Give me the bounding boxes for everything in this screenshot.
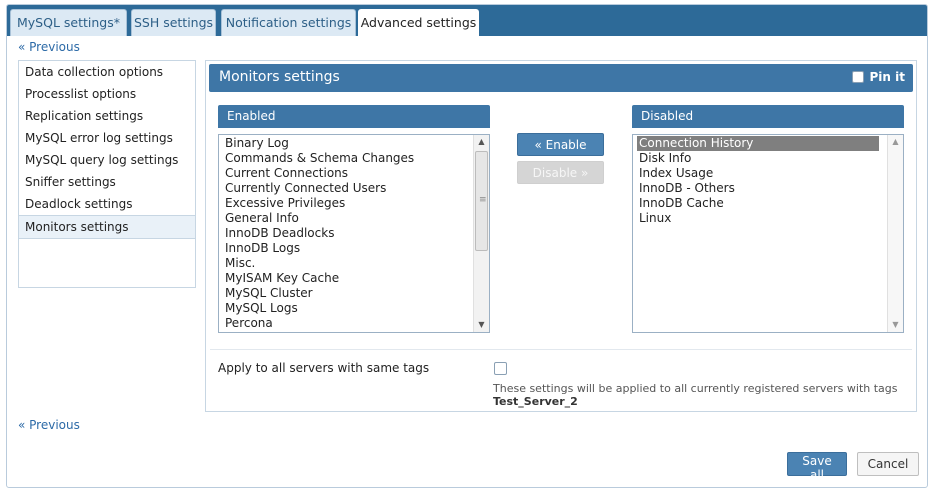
list-option[interactable]: InnoDB Deadlocks bbox=[219, 226, 489, 241]
sidebar-item-error-log[interactable]: MySQL error log settings bbox=[19, 127, 195, 149]
enabled-list-header: Enabled bbox=[218, 105, 490, 128]
enabled-listbox[interactable]: Binary Log Commands & Schema Changes Curre… bbox=[218, 134, 490, 333]
list-option[interactable]: Query Cache bbox=[219, 331, 489, 332]
list-option[interactable]: Currently Connected Users bbox=[219, 181, 489, 196]
sidebar-item-data-collection[interactable]: Data collection options bbox=[19, 61, 195, 83]
panel-header: Monitors settings Pin it bbox=[209, 64, 913, 92]
apply-tags-checkbox[interactable] bbox=[494, 362, 507, 375]
sidebar-item-label: Processlist options bbox=[25, 87, 137, 101]
list-option[interactable]: General Info bbox=[219, 211, 489, 226]
tab-ssh-settings[interactable]: SSH settings bbox=[131, 9, 216, 36]
previous-link-top[interactable]: « Previous bbox=[18, 40, 80, 54]
enabled-options: Binary Log Commands & Schema Changes Curre… bbox=[219, 135, 489, 332]
disabled-listbox[interactable]: Connection History Disk Info Index Usage In… bbox=[632, 134, 904, 333]
list-option[interactable]: MySQL Cluster bbox=[219, 286, 489, 301]
disabled-options: Connection History Disk Info Index Usage In… bbox=[633, 136, 903, 226]
list-option[interactable]: InnoDB Logs bbox=[219, 241, 489, 256]
disable-button: Disable » bbox=[517, 161, 604, 184]
scroll-up-icon[interactable]: ▲ bbox=[474, 135, 489, 149]
apply-tags-label: Apply to all servers with same tags bbox=[218, 361, 430, 375]
sidebar-item-label: Deadlock settings bbox=[25, 197, 133, 211]
list-option[interactable]: InnoDB Cache bbox=[633, 196, 903, 211]
sidebar-item-label: MySQL query log settings bbox=[25, 153, 179, 167]
sidebar-item-deadlock[interactable]: Deadlock settings bbox=[19, 193, 195, 215]
list-option[interactable]: MyISAM Key Cache bbox=[219, 271, 489, 286]
grip-icon: ≡ bbox=[479, 195, 487, 205]
tab-mysql-settings[interactable]: MySQL settings* bbox=[10, 9, 127, 36]
enable-button[interactable]: « Enable bbox=[517, 133, 604, 156]
scroll-down-icon[interactable]: ▼ bbox=[474, 318, 489, 332]
pin-it-control[interactable]: Pin it bbox=[851, 70, 905, 84]
list-option[interactable]: Connection History bbox=[637, 136, 879, 151]
settings-sidebar: Data collection options Processlist opti… bbox=[18, 60, 196, 288]
list-option[interactable]: Binary Log bbox=[219, 136, 489, 151]
disabled-list-header: Disabled bbox=[632, 105, 904, 128]
previous-link-bottom[interactable]: « Previous bbox=[18, 418, 80, 432]
scroll-up-icon[interactable]: ▲ bbox=[888, 135, 903, 149]
sidebar-item-processlist[interactable]: Processlist options bbox=[19, 83, 195, 105]
list-option[interactable]: Disk Info bbox=[633, 151, 903, 166]
disabled-scrollbar[interactable]: ▲ ▼ bbox=[887, 135, 903, 332]
apply-note: These settings will be applied to all cu… bbox=[493, 382, 898, 395]
panel-title: Monitors settings bbox=[219, 69, 340, 85]
sidebar-item-monitors[interactable]: Monitors settings bbox=[19, 215, 195, 239]
tab-notification-settings[interactable]: Notification settings bbox=[221, 9, 356, 36]
scroll-down-icon[interactable]: ▼ bbox=[888, 318, 903, 332]
cancel-button[interactable]: Cancel bbox=[857, 452, 919, 476]
sidebar-item-label: Monitors settings bbox=[25, 220, 129, 234]
tab-advanced-settings[interactable]: Advanced settings bbox=[358, 9, 479, 37]
list-option[interactable]: Percona bbox=[219, 316, 489, 331]
sidebar-item-label: Data collection options bbox=[25, 65, 164, 79]
list-option[interactable]: Excessive Privileges bbox=[219, 196, 489, 211]
tab-bar: MySQL settings* SSH settings Notificatio… bbox=[7, 5, 927, 37]
list-option[interactable]: MySQL Logs bbox=[219, 301, 489, 316]
list-option[interactable]: Linux bbox=[633, 211, 903, 226]
settings-window: MySQL settings* SSH settings Notificatio… bbox=[6, 4, 928, 488]
save-all-button[interactable]: Save all bbox=[787, 452, 847, 482]
sidebar-item-label: Sniffer settings bbox=[25, 175, 116, 189]
pin-it-label: Pin it bbox=[869, 70, 905, 84]
list-option[interactable]: Index Usage bbox=[633, 166, 903, 181]
divider bbox=[210, 349, 912, 350]
list-option[interactable]: Misc. bbox=[219, 256, 489, 271]
sidebar-item-sniffer[interactable]: Sniffer settings bbox=[19, 171, 195, 193]
list-option[interactable]: Current Connections bbox=[219, 166, 489, 181]
sidebar-item-label: Replication settings bbox=[25, 109, 144, 123]
sidebar-item-replication[interactable]: Replication settings bbox=[19, 105, 195, 127]
list-option[interactable]: InnoDB - Others bbox=[633, 181, 903, 196]
pin-it-checkbox[interactable] bbox=[851, 71, 864, 83]
sidebar-item-label: MySQL error log settings bbox=[25, 131, 173, 145]
list-option[interactable]: Commands & Schema Changes bbox=[219, 151, 489, 166]
enabled-scrollbar[interactable]: ▲ ≡ ▼ bbox=[473, 135, 489, 332]
monitors-panel: Monitors settings Pin it Enabled Binary … bbox=[205, 60, 917, 412]
sidebar-item-query-log[interactable]: MySQL query log settings bbox=[19, 149, 195, 171]
server-tag: Test_Server_2 bbox=[493, 395, 578, 408]
scroll-thumb[interactable]: ≡ bbox=[475, 151, 488, 251]
